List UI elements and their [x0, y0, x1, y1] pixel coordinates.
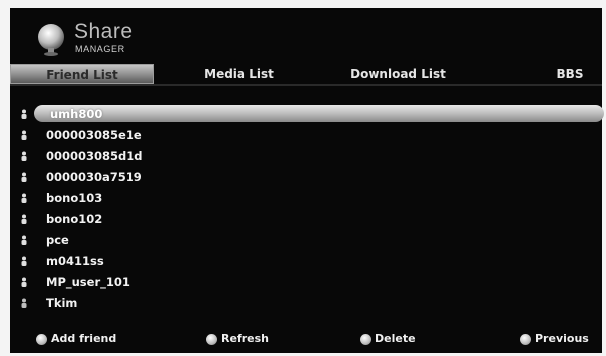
tab-friend-list[interactable]: Friend List — [10, 64, 154, 84]
friend-row[interactable]: m0411ss — [10, 251, 602, 271]
friend-name: 0000030a7519 — [46, 170, 142, 184]
friend-name: MP_user_101 — [46, 275, 130, 289]
friend-row-selected[interactable]: umh800 — [10, 104, 604, 124]
app-logo: Share MANAGER — [34, 20, 174, 62]
friend-row[interactable]: pce — [10, 230, 602, 250]
person-icon — [21, 235, 27, 245]
logo-title-share: Share — [74, 20, 133, 43]
friend-name: 000003085d1d — [46, 149, 143, 163]
logo-title-manager: MANAGER — [75, 44, 125, 54]
person-icon — [21, 172, 27, 182]
friend-name: m0411ss — [46, 254, 104, 268]
tv-screen: Share MANAGER Friend List Media List Dow… — [10, 8, 604, 353]
friend-row[interactable]: bono103 — [10, 188, 602, 208]
friend-name: bono102 — [46, 212, 103, 226]
person-icon — [21, 151, 27, 161]
tab-download-list[interactable]: Download List — [328, 64, 468, 84]
person-icon — [21, 130, 27, 140]
friend-row[interactable]: 000003085e1e — [10, 125, 602, 145]
friend-row[interactable]: MP_user_101 — [10, 272, 602, 292]
person-icon — [21, 298, 27, 308]
friend-name: Tkim — [46, 296, 78, 310]
globe-person-icon — [38, 24, 64, 56]
tab-media-list[interactable]: Media List — [184, 64, 294, 84]
footer-buttons: Add friend Refresh Delete Previous — [10, 330, 602, 348]
friend-name: bono103 — [46, 191, 103, 205]
friend-name: umh800 — [50, 107, 103, 121]
friend-row[interactable]: 000003085d1d — [10, 146, 602, 166]
tab-bbs[interactable]: BBS — [540, 64, 600, 84]
person-icon — [21, 277, 27, 287]
button-dot-icon — [520, 334, 531, 345]
person-icon — [21, 193, 27, 203]
button-dot-icon — [360, 334, 371, 345]
selection-highlight — [34, 105, 604, 122]
button-dot-icon — [206, 334, 217, 345]
tab-bar: Friend List Media List Download List BBS — [10, 64, 602, 86]
friend-row[interactable]: 0000030a7519 — [10, 167, 602, 187]
person-icon — [21, 214, 27, 224]
friend-row[interactable]: bono102 — [10, 209, 602, 229]
button-dot-icon — [36, 334, 47, 345]
person-icon — [21, 109, 27, 119]
friend-name: 000003085e1e — [46, 128, 142, 142]
friend-name: pce — [46, 233, 69, 247]
friend-row[interactable]: Tkim — [10, 293, 602, 313]
person-icon — [21, 256, 27, 266]
